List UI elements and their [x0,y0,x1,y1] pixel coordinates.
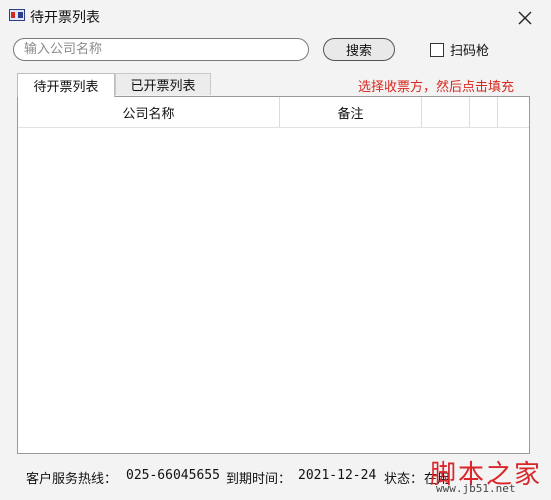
expiry-label: 到期时间： [226,472,292,487]
hotline-value: 025-66045655 [126,468,220,483]
scanner-label: 扫码枪 [450,44,490,59]
checkbox-box[interactable] [430,42,444,57]
title-bar: 待开票列表 [0,0,551,34]
company-search-input[interactable] [13,38,309,61]
search-button[interactable]: 搜索 [323,38,395,61]
tab-pending-invoices[interactable]: 待开票列表 [17,73,115,97]
column-remark[interactable]: 备注 [280,97,422,127]
close-icon [518,11,532,25]
table-header: 公司名称 备注 [18,97,529,128]
column-company-name[interactable]: 公司名称 [18,97,280,127]
watermark-logo: 脚本之家 www.jb51.net [424,454,549,498]
column-extra-3[interactable] [498,97,530,127]
invoice-table[interactable]: 公司名称 备注 [17,96,530,454]
close-button[interactable] [513,6,537,30]
hint-text: 选择收票方，然后点击填充 [358,80,515,95]
hotline-label: 客户服务热线： [26,472,118,487]
column-extra-1[interactable] [422,97,470,127]
window-title: 待开票列表 [30,10,100,26]
column-extra-2[interactable] [470,97,498,127]
tab-issued-invoices[interactable]: 已开票列表 [115,73,211,95]
expiry-value: 2021-12-24 [298,468,377,483]
app-icon [9,9,25,21]
scanner-checkbox[interactable]: 扫码枪 [430,40,489,59]
state-label: 状态： [384,472,424,487]
watermark-url: www.jb51.net [436,482,516,495]
